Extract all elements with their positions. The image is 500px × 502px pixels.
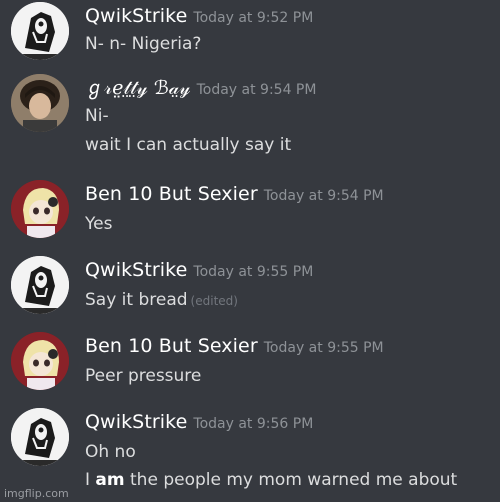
message: QwikStrike Today at 9:56 PM Oh no I am th… [0,408,500,494]
message: QwikStrike Today at 9:55 PM Say it bread(… [0,256,500,316]
message-header: QwikStrike Today at 9:52 PM [85,2,313,30]
skull-mask-avatar[interactable] [11,408,69,466]
message-text: Oh no [85,442,136,462]
message-text-prefix: I [85,470,96,490]
timestamp: Today at 9:55 PM [193,264,314,280]
message: ℊ𝓇ℯ̤𝓉̤𝓉̤𝓎 ℬ𝒶̤𝓎 Today at 9:54 PM Ni- wait … [0,74,500,160]
blonde-cartoon-girl-avatar[interactable] [11,332,69,390]
curly-hair-person-avatar[interactable] [11,74,69,132]
message-text-bold: am [95,470,125,490]
skull-mask-avatar[interactable] [11,256,69,314]
chat-log: QwikStrike Today at 9:52 PM N- n- Nigeria… [0,0,500,502]
message-header: QwikStrike Today at 9:55 PM [85,256,313,284]
timestamp: Today at 9:52 PM [193,10,314,26]
timestamp: Today at 9:56 PM [193,416,314,432]
username[interactable]: QwikStrike [85,411,187,433]
message-text: Say it bread (edited) [85,288,238,313]
message-text: Peer pressure [85,366,202,386]
message-text-suffix: the people my mom warned me about [124,470,458,490]
skull-mask-avatar[interactable] [11,2,69,60]
username[interactable]: Ben 10 But Sexier [85,183,258,205]
message-header: Ben 10 But Sexier Today at 9:55 PM [85,332,384,360]
message-header: Ben 10 But Sexier Today at 9:54 PM [85,180,384,208]
username[interactable]: Ben 10 But Sexier [85,335,258,357]
username[interactable]: QwikStrike [85,5,187,27]
blonde-cartoon-girl-avatar[interactable] [11,180,69,238]
username[interactable]: QwikStrike [85,259,187,281]
message-text: I am the people my mom warned me about [85,468,457,492]
message: Ben 10 But Sexier Today at 9:54 PM Yes [0,180,500,240]
timestamp: Today at 9:54 PM [263,188,384,204]
message-text: wait I can actually say it [85,135,292,155]
message: QwikStrike Today at 9:52 PM N- n- Nigeria… [0,2,500,62]
timestamp: Today at 9:54 PM [196,82,317,98]
message-text: Yes [85,214,113,234]
message-header: QwikStrike Today at 9:56 PM [85,408,313,436]
message: Ben 10 But Sexier Today at 9:55 PM Peer p… [0,332,500,392]
message-text-content: Say it bread [85,290,188,310]
watermark: imgflip.com [4,487,69,500]
edited-label: (edited) [190,294,238,308]
message-text: Ni- [85,106,109,126]
username[interactable]: ℊ𝓇ℯ̤𝓉̤𝓉̤𝓎 ℬ𝒶̤𝓎 [85,77,191,99]
message-header: ℊ𝓇ℯ̤𝓉̤𝓉̤𝓎 ℬ𝒶̤𝓎 Today at 9:54 PM [85,74,316,102]
message-text: N- n- Nigeria? [85,34,202,54]
timestamp: Today at 9:55 PM [263,340,384,356]
